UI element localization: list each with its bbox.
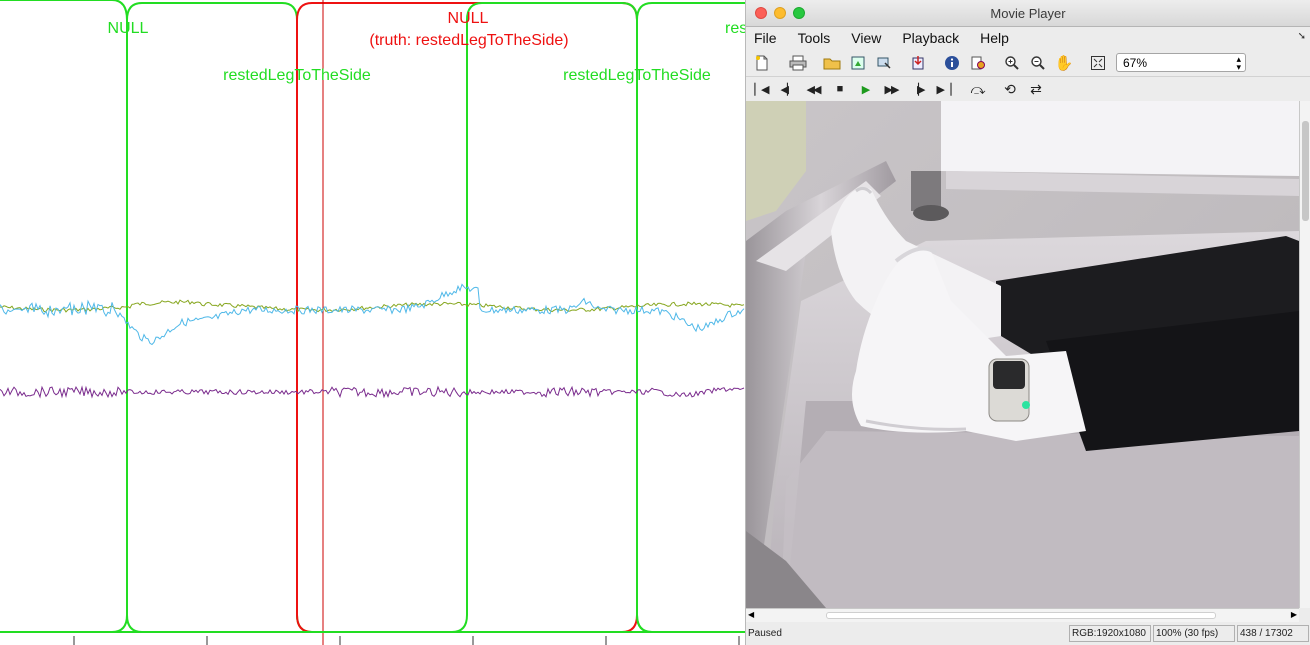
segment-label: res [725,20,745,37]
fast-forward-icon[interactable]: ▶▶ [882,80,900,98]
export-frame-icon[interactable] [848,53,868,73]
stop-icon[interactable]: ■ [830,80,848,98]
window-title: Movie Player [990,6,1066,21]
previous-frame-icon[interactable]: ◀▏ [778,80,796,98]
signal-plot: NULL restedLegToTheSide NULL (truth: res… [0,0,745,645]
scroll-right-icon[interactable]: ▶ [1291,610,1297,619]
dock-arrow-icon[interactable]: ➘ [1298,31,1306,42]
print-icon[interactable] [788,53,808,73]
segment-label: NULL [108,20,149,37]
segment-truth-label: (truth: restedLegToTheSide) [369,32,568,49]
segment-box-2 [111,1,313,633]
speed-readout: 100% (30 fps) [1153,625,1235,642]
movie-player-window: Movie Player File Tools View Playback He… [745,0,1310,645]
go-to-last-icon[interactable]: ▶▕ [934,80,952,98]
rewind-icon[interactable]: ◀◀ [804,80,822,98]
menu-help[interactable]: Help [980,30,1009,46]
title-bar[interactable]: Movie Player [746,0,1310,27]
scroll-corner [1299,608,1310,622]
scroll-left-icon[interactable]: ◀ [748,610,754,619]
segment-box-5 [636,1,745,633]
next-frame-icon[interactable]: ▕▶ [908,80,926,98]
resolution-readout: RGB:1920x1080 [1069,625,1151,642]
horizontal-scrollbar[interactable]: ◀ ▶ [746,608,1299,622]
video-frame-image [746,101,1299,608]
menu-bar: File Tools View Playback Help ➘ [746,27,1310,49]
playback-state: Paused [748,628,782,639]
fit-to-window-icon[interactable] [1088,53,1108,73]
open-folder-icon[interactable] [822,53,842,73]
signal-blue [0,283,745,346]
menu-playback[interactable]: Playback [902,30,959,46]
zoom-level-select[interactable]: 67% ▴ ▾ [1116,53,1246,72]
swap-direction-icon[interactable]: ⇄ [1026,80,1044,98]
vertical-scrollbar[interactable] [1299,101,1310,608]
segment-box-4 [451,1,653,633]
play-icon[interactable]: ▶ [856,80,874,98]
pan-hand-icon[interactable]: ✋ [1054,53,1074,73]
menu-tools[interactable]: Tools [798,30,831,46]
vertical-scroll-thumb[interactable] [1302,121,1309,221]
segment-label: restedLegToTheSide [223,67,371,84]
jump-to-icon[interactable]: ⤼ [968,80,986,98]
signal-purple [0,385,745,399]
segment-label: restedLegToTheSide [563,67,711,84]
menu-file[interactable]: File [754,30,777,46]
plot-canvas: NULL restedLegToTheSide NULL (truth: res… [0,0,745,645]
main-toolbar: ✋ 67% ▴ ▾ [746,49,1310,77]
stepper-arrows-icon[interactable]: ▴ ▾ [1236,54,1241,71]
import-icon[interactable] [908,53,928,73]
settings-icon[interactable] [968,53,988,73]
zoom-in-icon[interactable] [1002,53,1022,73]
video-frame[interactable] [746,101,1299,608]
playback-toolbar: ▏◀ ◀▏ ◀◀ ■ ▶ ▶▶ ▕▶ ▶▕ ⤼ ⟲ ⇄ [746,77,1310,101]
frame-select-icon[interactable] [874,53,894,73]
menu-view[interactable]: View [851,30,881,46]
segment-label: NULL [448,10,489,27]
horizontal-scroll-thumb[interactable] [826,612,1216,619]
loop-icon[interactable]: ⟲ [1000,80,1018,98]
zoom-level-value: 67% [1123,55,1148,70]
frame-counter: 438 / 17302 [1237,625,1309,642]
new-file-icon[interactable] [752,53,772,73]
x-axis-ticks [73,636,740,645]
segment-boxes [0,0,745,645]
go-to-first-icon[interactable]: ▏◀ [752,80,770,98]
segment-box-1 [0,0,143,633]
status-bar: Paused RGB:1920x1080 100% (30 fps) 438 /… [746,622,1310,645]
info-icon[interactable] [942,53,962,73]
zoom-out-icon[interactable] [1028,53,1048,73]
